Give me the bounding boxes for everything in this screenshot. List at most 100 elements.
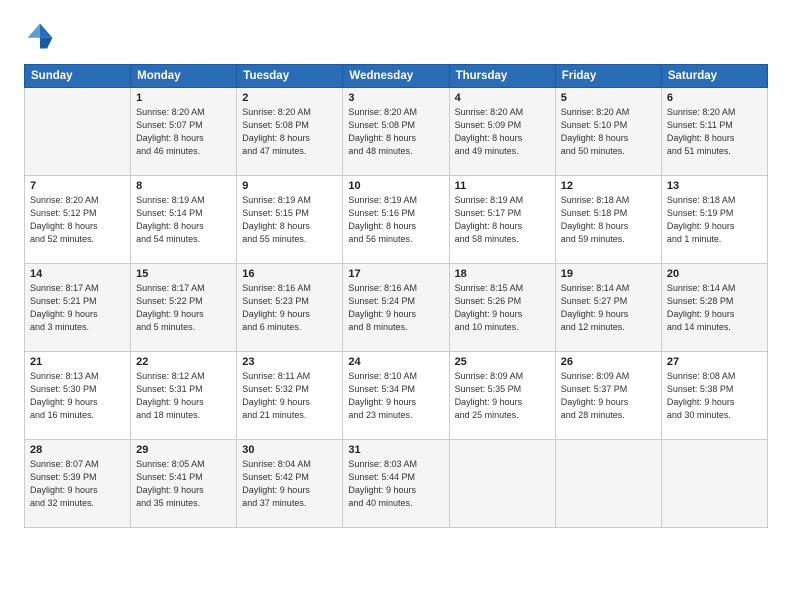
day-info: Sunrise: 8:20 AMSunset: 5:10 PMDaylight:… <box>561 106 656 158</box>
day-info: Sunrise: 8:09 AMSunset: 5:35 PMDaylight:… <box>455 370 550 422</box>
calendar-cell <box>555 440 661 528</box>
calendar-cell <box>661 440 767 528</box>
calendar-cell: 29 Sunrise: 8:05 AMSunset: 5:41 PMDayligh… <box>131 440 237 528</box>
calendar-cell: 7 Sunrise: 8:20 AMSunset: 5:12 PMDaylight… <box>25 176 131 264</box>
day-info: Sunrise: 8:20 AMSunset: 5:12 PMDaylight:… <box>30 194 125 246</box>
day-info: Sunrise: 8:20 AMSunset: 5:07 PMDaylight:… <box>136 106 231 158</box>
calendar-cell: 6Sunrise: 8:20 AMSunset: 5:11 PMDaylight… <box>661 88 767 176</box>
day-number: 29 <box>136 444 231 456</box>
calendar-cell: 1 Sunrise: 8:20 AMSunset: 5:07 PMDaylight… <box>131 88 237 176</box>
logo <box>24 20 60 52</box>
day-number: 8 <box>136 180 231 192</box>
day-info: Sunrise: 8:04 AMSunset: 5:42 PMDaylight:… <box>242 458 337 510</box>
calendar-cell: 27 Sunrise: 8:08 AMSunset: 5:38 PMDayligh… <box>661 352 767 440</box>
calendar-cell: 16Sunrise: 8:16 AMSunset: 5:23 PMDayligh… <box>237 264 343 352</box>
day-info: Sunrise: 8:16 AMSunset: 5:24 PMDaylight:… <box>348 282 443 334</box>
calendar-week-row: 28Sunrise: 8:07 AMSunset: 5:39 PMDayligh… <box>25 440 768 528</box>
logo-icon <box>24 20 56 52</box>
header-day: Saturday <box>661 65 767 88</box>
day-number: 3 <box>348 92 443 104</box>
day-info: Sunrise: 8:20 AMSunset: 5:08 PMDaylight:… <box>348 106 443 158</box>
calendar-cell <box>449 440 555 528</box>
day-number: 5 <box>561 92 656 104</box>
day-number: 10 <box>348 180 443 192</box>
header-day: Wednesday <box>343 65 449 88</box>
day-number: 27 <box>667 356 762 368</box>
day-info: Sunrise: 8:20 AMSunset: 5:09 PMDaylight:… <box>455 106 550 158</box>
day-number: 2 <box>242 92 337 104</box>
calendar-cell: 12 Sunrise: 8:18 AMSunset: 5:18 PMDayligh… <box>555 176 661 264</box>
day-number: 20 <box>667 268 762 280</box>
calendar-cell: 9 Sunrise: 8:19 AMSunset: 5:15 PMDaylight… <box>237 176 343 264</box>
day-info: Sunrise: 8:17 AMSunset: 5:21 PMDaylight:… <box>30 282 125 334</box>
calendar-cell: 20 Sunrise: 8:14 AMSunset: 5:28 PMDayligh… <box>661 264 767 352</box>
day-number: 13 <box>667 180 762 192</box>
day-number: 7 <box>30 180 125 192</box>
day-number: 18 <box>455 268 550 280</box>
day-info: Sunrise: 8:03 AMSunset: 5:44 PMDaylight:… <box>348 458 443 510</box>
calendar-cell: 28Sunrise: 8:07 AMSunset: 5:39 PMDayligh… <box>25 440 131 528</box>
day-number: 19 <box>561 268 656 280</box>
calendar-cell: 23 Sunrise: 8:11 AMSunset: 5:32 PMDayligh… <box>237 352 343 440</box>
header-row: SundayMondayTuesdayWednesdayThursdayFrid… <box>25 65 768 88</box>
day-info: Sunrise: 8:17 AMSunset: 5:22 PMDaylight:… <box>136 282 231 334</box>
day-info: Sunrise: 8:14 AMSunset: 5:27 PMDaylight:… <box>561 282 656 334</box>
day-info: Sunrise: 8:20 AMSunset: 5:11 PMDaylight:… <box>667 106 762 158</box>
day-info: Sunrise: 8:19 AMSunset: 5:14 PMDaylight:… <box>136 194 231 246</box>
day-info: Sunrise: 8:05 AMSunset: 5:41 PMDaylight:… <box>136 458 231 510</box>
day-number: 1 <box>136 92 231 104</box>
calendar-cell: 15 Sunrise: 8:17 AMSunset: 5:22 PMDayligh… <box>131 264 237 352</box>
day-number: 14 <box>30 268 125 280</box>
day-number: 23 <box>242 356 337 368</box>
calendar-week-row: 7 Sunrise: 8:20 AMSunset: 5:12 PMDaylight… <box>25 176 768 264</box>
header <box>24 20 768 52</box>
calendar-cell: 10 Sunrise: 8:19 AMSunset: 5:16 PMDayligh… <box>343 176 449 264</box>
day-info: Sunrise: 8:19 AMSunset: 5:15 PMDaylight:… <box>242 194 337 246</box>
header-day: Tuesday <box>237 65 343 88</box>
day-info: Sunrise: 8:09 AMSunset: 5:37 PMDaylight:… <box>561 370 656 422</box>
day-info: Sunrise: 8:13 AMSunset: 5:30 PMDaylight:… <box>30 370 125 422</box>
calendar-cell: 17 Sunrise: 8:16 AMSunset: 5:24 PMDayligh… <box>343 264 449 352</box>
day-number: 31 <box>348 444 443 456</box>
calendar-cell: 21Sunrise: 8:13 AMSunset: 5:30 PMDayligh… <box>25 352 131 440</box>
calendar-cell: 25 Sunrise: 8:09 AMSunset: 5:35 PMDayligh… <box>449 352 555 440</box>
day-info: Sunrise: 8:11 AMSunset: 5:32 PMDaylight:… <box>242 370 337 422</box>
calendar-cell: 13 Sunrise: 8:18 AMSunset: 5:19 PMDayligh… <box>661 176 767 264</box>
header-day: Thursday <box>449 65 555 88</box>
calendar-cell: 31 Sunrise: 8:03 AMSunset: 5:44 PMDayligh… <box>343 440 449 528</box>
calendar-cell <box>25 88 131 176</box>
calendar-cell: 3 Sunrise: 8:20 AMSunset: 5:08 PMDaylight… <box>343 88 449 176</box>
header-day: Sunday <box>25 65 131 88</box>
day-info: Sunrise: 8:08 AMSunset: 5:38 PMDaylight:… <box>667 370 762 422</box>
header-day: Monday <box>131 65 237 88</box>
day-info: Sunrise: 8:15 AMSunset: 5:26 PMDaylight:… <box>455 282 550 334</box>
calendar-cell: 30 Sunrise: 8:04 AMSunset: 5:42 PMDayligh… <box>237 440 343 528</box>
day-number: 17 <box>348 268 443 280</box>
day-info: Sunrise: 8:14 AMSunset: 5:28 PMDaylight:… <box>667 282 762 334</box>
calendar-week-row: 14 Sunrise: 8:17 AMSunset: 5:21 PMDayligh… <box>25 264 768 352</box>
calendar-week-row: 1 Sunrise: 8:20 AMSunset: 5:07 PMDaylight… <box>25 88 768 176</box>
day-info: Sunrise: 8:19 AMSunset: 5:16 PMDaylight:… <box>348 194 443 246</box>
day-info: Sunrise: 8:20 AMSunset: 5:08 PMDaylight:… <box>242 106 337 158</box>
day-number: 15 <box>136 268 231 280</box>
day-info: Sunrise: 8:18 AMSunset: 5:19 PMDaylight:… <box>667 194 762 246</box>
day-info: Sunrise: 8:07 AMSunset: 5:39 PMDaylight:… <box>30 458 125 510</box>
calendar-cell: 5 Sunrise: 8:20 AMSunset: 5:10 PMDaylight… <box>555 88 661 176</box>
calendar-cell: 22Sunrise: 8:12 AMSunset: 5:31 PMDayligh… <box>131 352 237 440</box>
calendar-cell: 18 Sunrise: 8:15 AMSunset: 5:26 PMDayligh… <box>449 264 555 352</box>
calendar-cell: 24Sunrise: 8:10 AMSunset: 5:34 PMDayligh… <box>343 352 449 440</box>
day-info: Sunrise: 8:16 AMSunset: 5:23 PMDaylight:… <box>242 282 337 334</box>
calendar-cell: 11 Sunrise: 8:19 AMSunset: 5:17 PMDayligh… <box>449 176 555 264</box>
page: SundayMondayTuesdayWednesdayThursdayFrid… <box>0 0 792 612</box>
calendar-cell: 4Sunrise: 8:20 AMSunset: 5:09 PMDaylight… <box>449 88 555 176</box>
day-info: Sunrise: 8:18 AMSunset: 5:18 PMDaylight:… <box>561 194 656 246</box>
day-number: 25 <box>455 356 550 368</box>
calendar-cell: 2 Sunrise: 8:20 AMSunset: 5:08 PMDaylight… <box>237 88 343 176</box>
day-number: 30 <box>242 444 337 456</box>
day-number: 12 <box>561 180 656 192</box>
day-info: Sunrise: 8:19 AMSunset: 5:17 PMDaylight:… <box>455 194 550 246</box>
day-number: 11 <box>455 180 550 192</box>
day-number: 24 <box>348 356 443 368</box>
day-number: 9 <box>242 180 337 192</box>
calendar-week-row: 21Sunrise: 8:13 AMSunset: 5:30 PMDayligh… <box>25 352 768 440</box>
